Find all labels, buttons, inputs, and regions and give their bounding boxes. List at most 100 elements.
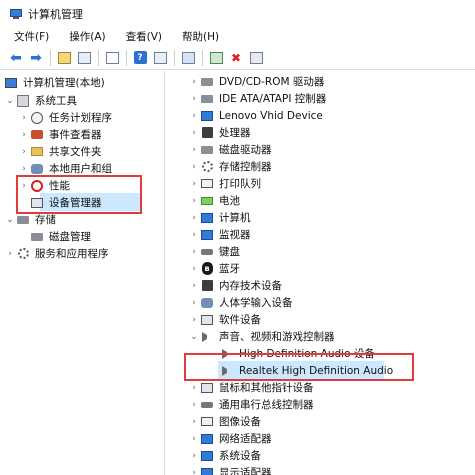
device-category[interactable]: › ʙ 蓝牙 — [188, 260, 240, 277]
help-icon[interactable]: ? — [132, 50, 148, 66]
device-category[interactable]: › 网络适配器 — [188, 430, 271, 447]
enable-device-icon[interactable] — [248, 50, 264, 66]
chevron-right-icon[interactable]: › — [188, 298, 200, 308]
tree-item-label: 事件查看器 — [49, 129, 102, 141]
properties-icon[interactable] — [104, 50, 120, 66]
chevron-right-icon[interactable]: › — [188, 434, 200, 444]
chevron-right-icon[interactable]: › — [18, 164, 30, 174]
chevron-right-icon[interactable]: › — [188, 94, 200, 104]
device-category[interactable]: › IDE ATA/ATAPI 控制器 — [188, 90, 326, 107]
up-folder-icon[interactable] — [56, 50, 72, 66]
device-label: 存储控制器 — [219, 161, 272, 173]
scan-hardware-icon[interactable] — [180, 50, 196, 66]
chevron-right-icon[interactable]: › — [188, 468, 200, 475]
menu-action[interactable]: 操作(A) — [69, 29, 105, 44]
chevron-right-icon[interactable]: › — [18, 113, 30, 123]
device-category[interactable]: › DVD/CD-ROM 驱动器 — [188, 73, 324, 90]
device-label: 显示适配器 — [219, 467, 272, 475]
tree-item-shared-folders[interactable]: › 共享文件夹 — [18, 143, 101, 160]
ide-controller-icon — [200, 92, 214, 106]
back-arrow-icon[interactable]: ⬅ — [8, 50, 24, 66]
show-panel-icon[interactable] — [152, 50, 168, 66]
tree-item-label: 设备管理器 — [49, 197, 102, 209]
performance-icon — [30, 179, 44, 193]
tree-root[interactable]: 计算机管理(本地) — [4, 74, 105, 91]
memory-device-icon — [200, 279, 214, 293]
device-category[interactable]: › 处理器 — [188, 124, 251, 141]
tree-system-tools[interactable]: ⌄ 系统工具 — [4, 92, 77, 109]
shared-folder-icon — [30, 145, 44, 159]
tree-item-device-manager[interactable]: 设备管理器 — [30, 194, 102, 211]
device-category[interactable]: › 磁盘驱动器 — [188, 141, 271, 158]
device-category[interactable]: › 软件设备 — [188, 311, 261, 328]
chevron-down-icon[interactable]: ⌄ — [188, 332, 200, 342]
chevron-right-icon[interactable]: › — [188, 315, 200, 325]
chevron-right-icon[interactable]: › — [188, 111, 200, 121]
chevron-right-icon[interactable]: › — [188, 196, 200, 206]
chevron-right-icon[interactable]: › — [188, 264, 200, 274]
menu-view[interactable]: 查看(V) — [126, 29, 162, 44]
forward-arrow-icon[interactable]: ➡ — [28, 50, 44, 66]
device-label: 系统设备 — [219, 450, 261, 462]
device-category[interactable]: › Lenovo Vhid Device — [188, 107, 323, 124]
device-category[interactable]: › 人体学输入设备 — [188, 294, 292, 311]
device-category[interactable]: › 内存技术设备 — [188, 277, 282, 294]
tree-item-performance[interactable]: › 性能 — [18, 177, 70, 194]
device-label: High Definition Audio 设备 — [239, 348, 375, 360]
computer-icon — [200, 211, 214, 225]
device-category[interactable]: › 监视器 — [188, 226, 250, 243]
tree-item-local-users[interactable]: › 本地用户和组 — [18, 160, 112, 177]
chevron-right-icon[interactable]: › — [18, 181, 30, 191]
device-category[interactable]: › 显示适配器 — [188, 464, 272, 475]
menu-help[interactable]: 帮助(H) — [182, 29, 219, 44]
chevron-right-icon[interactable]: › — [188, 451, 200, 461]
menu-bar: 文件(F) 操作(A) 查看(V) 帮助(H) — [0, 27, 475, 46]
chevron-right-icon[interactable]: › — [4, 249, 16, 259]
battery-icon — [200, 194, 214, 208]
device-category[interactable]: › 图像设备 — [188, 413, 261, 430]
uninstall-icon[interactable]: ✖ — [228, 50, 244, 66]
chevron-right-icon[interactable]: › — [188, 247, 200, 257]
device-category[interactable]: › 打印队列 — [188, 175, 261, 192]
chevron-right-icon[interactable]: › — [188, 77, 200, 87]
device-category[interactable]: › 键盘 — [188, 243, 240, 260]
toolbar-separator — [126, 49, 127, 66]
device-category[interactable]: › 通用串行总线控制器 — [188, 396, 313, 413]
computer-management-icon — [10, 8, 22, 20]
tree-item-disk-management[interactable]: 磁盘管理 — [30, 228, 91, 245]
tree-item-event-viewer[interactable]: › 事件查看器 — [18, 126, 102, 143]
chevron-right-icon[interactable]: › — [188, 145, 200, 155]
tree-services[interactable]: › 服务和应用程序 — [4, 245, 109, 262]
console-tree-icon[interactable] — [76, 50, 92, 66]
tree-item-label: 性能 — [49, 180, 70, 192]
chevron-right-icon[interactable]: › — [188, 128, 200, 138]
chevron-down-icon[interactable]: ⌄ — [4, 96, 16, 106]
chevron-right-icon[interactable]: › — [188, 162, 200, 172]
chevron-right-icon[interactable]: › — [188, 230, 200, 240]
device-category-expanded[interactable]: ⌄ 声音、视频和游戏控制器 — [188, 328, 334, 345]
chevron-right-icon[interactable]: › — [188, 213, 200, 223]
device-label: DVD/CD-ROM 驱动器 — [219, 76, 325, 88]
device-item[interactable]: High Definition Audio 设备 — [220, 345, 375, 362]
device-category[interactable]: › 鼠标和其他指针设备 — [188, 379, 313, 396]
chevron-right-icon[interactable]: › — [18, 147, 30, 157]
tree-item-task-scheduler[interactable]: › 任务计划程序 — [18, 109, 112, 126]
menu-file[interactable]: 文件(F) — [14, 29, 49, 44]
chevron-right-icon[interactable]: › — [18, 130, 30, 140]
device-category[interactable]: › 电池 — [188, 192, 240, 209]
chevron-right-icon[interactable]: › — [188, 417, 200, 427]
update-driver-icon[interactable] — [208, 50, 224, 66]
tree-storage[interactable]: ⌄ 存储 — [4, 211, 56, 228]
display-adapter-icon — [200, 466, 214, 475]
device-category[interactable]: › 系统设备 — [188, 447, 261, 464]
device-item-selected[interactable]: Realtek High Definition Audio — [220, 362, 393, 379]
device-label: 电池 — [219, 195, 240, 207]
chevron-right-icon[interactable]: › — [188, 383, 200, 393]
chevron-right-icon[interactable]: › — [188, 281, 200, 291]
chevron-down-icon[interactable]: ⌄ — [4, 215, 16, 225]
chevron-right-icon[interactable]: › — [188, 179, 200, 189]
software-device-icon — [200, 313, 214, 327]
chevron-right-icon[interactable]: › — [188, 400, 200, 410]
device-category[interactable]: › 存储控制器 — [188, 158, 272, 175]
device-category[interactable]: › 计算机 — [188, 209, 250, 226]
